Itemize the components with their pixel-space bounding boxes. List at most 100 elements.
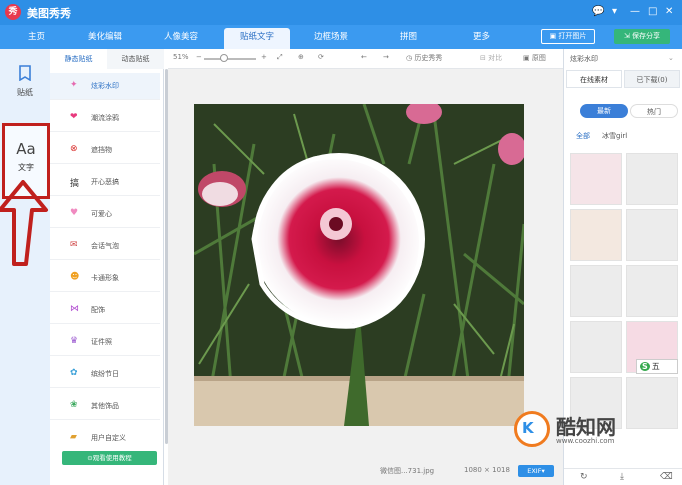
menu-dropdown-icon[interactable]: ▾ (612, 6, 617, 17)
category-label: 缤纷节日 (91, 370, 119, 378)
image-canvas: 微信图...731.jpg 1080 × 1018 EXIF▾ (168, 69, 563, 485)
image-dimensions: 1080 × 1018 (464, 466, 510, 474)
category-label: 其他饰品 (91, 402, 119, 410)
category-label: 会话气泡 (91, 242, 119, 250)
exif-label: EXIF (527, 467, 542, 475)
tab-downloaded[interactable]: 已下载(0) (624, 70, 680, 88)
material-thumbnail[interactable] (626, 209, 678, 261)
category-label: 用户自定义 (91, 434, 126, 442)
category-item[interactable]: ▰ 用户自定义 (50, 425, 160, 452)
title-bar: 秀 美图秀秀 💬 ▾ — □ ✕ (0, 0, 682, 25)
tab-animated-stickers[interactable]: 动态贴纸 (107, 49, 164, 69)
category-item[interactable]: ✦ 炫彩水印 (50, 73, 160, 100)
redo-icon[interactable]: → (383, 53, 389, 61)
tab-collage[interactable]: 拼图 (400, 30, 417, 42)
zoom-out-button[interactable]: − (196, 53, 202, 61)
heart-lips-icon: ❤ (70, 112, 78, 122)
category-item[interactable]: ♛ 证件照 (50, 329, 160, 356)
category-item[interactable]: 搞 开心恶搞 (50, 169, 160, 196)
filter-ice-girl[interactable]: 冰雪girl (602, 131, 627, 141)
bow-icon: ⋈ (70, 304, 79, 314)
tab-more[interactable]: 更多 (473, 30, 490, 42)
red-annotation-arrow-icon (0, 180, 48, 266)
sort-newest-button[interactable]: 最新 (580, 104, 628, 118)
site-watermark: K 酷知网 www.coozhi.com (508, 403, 638, 455)
tab-online-material[interactable]: 在线素材 (566, 70, 622, 88)
category-label: 可爱心 (91, 210, 112, 218)
left-sidebar: 贴纸 Aa 文字 (0, 49, 50, 485)
watermark-logo-icon: K (514, 411, 550, 447)
close-button[interactable]: ✕ (665, 6, 673, 17)
tab-home[interactable]: 主页 (28, 30, 45, 42)
compare-label: 对比 (488, 54, 503, 62)
category-item[interactable]: ✿ 缤纷节日 (50, 361, 160, 388)
category-label: 证件照 (91, 338, 112, 346)
save-share-button[interactable]: ⇲ 保存分享 (614, 29, 670, 44)
tab-beautify[interactable]: 美化编辑 (88, 30, 122, 42)
undo-icon[interactable]: ← (361, 53, 367, 61)
ime-s-icon: S (640, 362, 650, 371)
feedback-icon[interactable]: 💬 (592, 6, 604, 17)
open-image-button[interactable]: ▣ 打开图片 (541, 29, 595, 44)
app-logo-icon: 秀 (5, 4, 21, 20)
collapse-icon[interactable]: ⌄ (668, 54, 674, 62)
category-label: 开心恶搞 (91, 178, 119, 186)
tab-static-stickers[interactable]: 静态贴纸 (50, 49, 107, 69)
category-label: 潮流涂鸦 (91, 114, 119, 122)
watermark-url: www.coozhi.com (556, 437, 615, 445)
tab-stickers-text[interactable]: 贴纸文字 (224, 28, 291, 49)
watermark-brand: 酷知网 (556, 415, 616, 439)
cute-heart-icon: ♥ (70, 208, 79, 218)
filter-all[interactable]: 全部 (576, 131, 590, 141)
refresh-icon[interactable]: ↻ (580, 472, 588, 482)
category-item[interactable]: ⊗ 遮挡物 (50, 137, 160, 164)
original-button[interactable]: ▣ 原图 (523, 53, 546, 63)
material-thumbnail[interactable] (570, 153, 622, 205)
watch-tutorial-button[interactable]: ⊙观看使用教程 (62, 451, 157, 465)
delete-icon[interactable]: ⌫ (660, 472, 673, 482)
category-item[interactable]: ☻ 卡通形象 (50, 265, 160, 292)
maximize-button[interactable]: □ (648, 6, 657, 17)
category-item[interactable]: ❤ 潮流涂鸦 (50, 105, 160, 132)
category-item[interactable]: ❀ 其他饰品 (50, 393, 160, 420)
exif-button[interactable]: EXIF▾ (518, 465, 554, 477)
minimize-button[interactable]: — (630, 6, 640, 17)
material-footer: ↻ ⤓ ⌫ (564, 468, 682, 485)
sticker-category-panel: 静态贴纸 动态贴纸 ✦ 炫彩水印 ❤ 潮流涂鸦 ⊗ 遮挡物 搞 开心恶搞 ♥ 可爱心 ✉ 会… (50, 49, 164, 485)
ime-indicator[interactable]: S五 (636, 359, 678, 374)
material-thumbnail[interactable] (626, 265, 678, 317)
actual-size-icon[interactable]: ⊕ (298, 53, 304, 61)
fit-window-icon[interactable]: ⤢ (277, 53, 283, 62)
open-image-label: 打开图片 (558, 32, 587, 40)
material-thumbnail[interactable] (570, 321, 622, 373)
zoom-in-button[interactable]: + (261, 53, 267, 61)
zoom-slider[interactable] (204, 58, 256, 60)
tab-portrait[interactable]: 人像美容 (164, 30, 198, 42)
tab-frames[interactable]: 边框场景 (314, 30, 348, 42)
material-panel-title: 炫彩水印 (570, 55, 598, 63)
tutorial-label: 观看使用教程 (92, 454, 132, 462)
category-item[interactable]: ⋈ 配饰 (50, 297, 160, 324)
sidebar-item-label: 贴纸 (17, 88, 33, 97)
block-icon: ⊗ (70, 144, 78, 154)
category-label: 卡通形象 (91, 274, 119, 282)
save-share-label: 保存分享 (632, 32, 661, 40)
category-item[interactable]: ♥ 可爱心 (50, 201, 160, 228)
category-item[interactable]: ✉ 会话气泡 (50, 233, 160, 260)
category-label: 炫彩水印 (91, 82, 119, 90)
flower-photo (194, 104, 524, 426)
category-label: 遮挡物 (91, 146, 112, 154)
rotate-icon[interactable]: ⟳ (318, 53, 324, 61)
material-thumbnail[interactable] (570, 265, 622, 317)
zoom-slider-handle[interactable] (220, 54, 228, 62)
material-thumbnail[interactable] (570, 209, 622, 261)
download-icon[interactable]: ⤓ (620, 472, 624, 482)
sidebar-item-stickers[interactable]: 贴纸 (0, 65, 50, 98)
compare-button[interactable]: ⊟ 对比 (480, 53, 502, 63)
history-label: 历史秀秀 (414, 54, 443, 62)
history-button[interactable]: ◷ 历史秀秀 (406, 53, 442, 63)
sort-hot-button[interactable]: 热门 (630, 104, 678, 118)
id-photo-icon: ♛ (70, 336, 79, 346)
material-thumbnail[interactable] (626, 153, 678, 205)
file-name: 微信图...731.jpg (380, 467, 435, 475)
